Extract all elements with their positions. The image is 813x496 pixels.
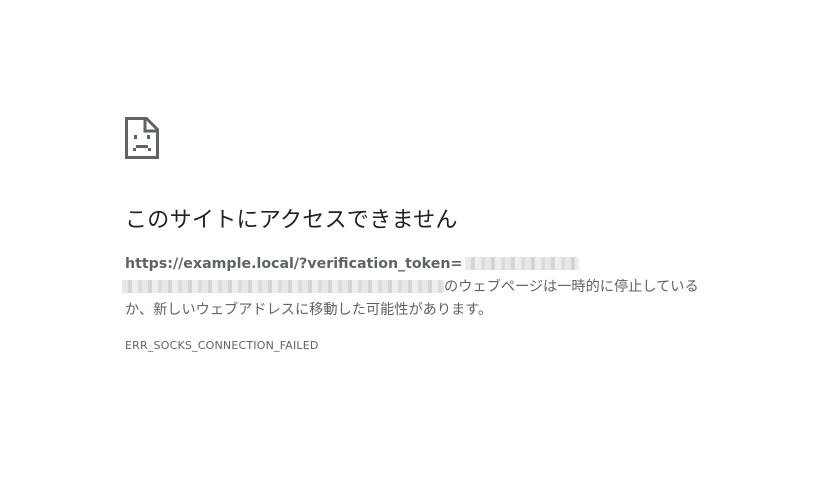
failed-url: https://example.local/?verification_toke… — [125, 256, 463, 272]
error-page: このサイトにアクセスできません https://example.local/?v… — [122, 117, 725, 352]
message-line-1: のウェブページは一時的に停止している — [122, 276, 725, 299]
url-line: https://example.local/?verification_toke… — [125, 253, 725, 276]
sad-document-icon — [125, 117, 159, 159]
error-message: https://example.local/?verification_toke… — [122, 253, 725, 322]
error-code: ERR_SOCKS_CONNECTION_FAILED — [125, 339, 319, 352]
message-text-1: のウェブページは一時的に停止している — [444, 279, 699, 295]
redacted-token-part-1 — [465, 257, 580, 270]
error-title: このサイトにアクセスできません — [125, 208, 458, 233]
redacted-token-part-2 — [122, 280, 444, 293]
message-text-2: か、新しいウェブアドレスに移動した可能性があります。 — [125, 302, 493, 318]
